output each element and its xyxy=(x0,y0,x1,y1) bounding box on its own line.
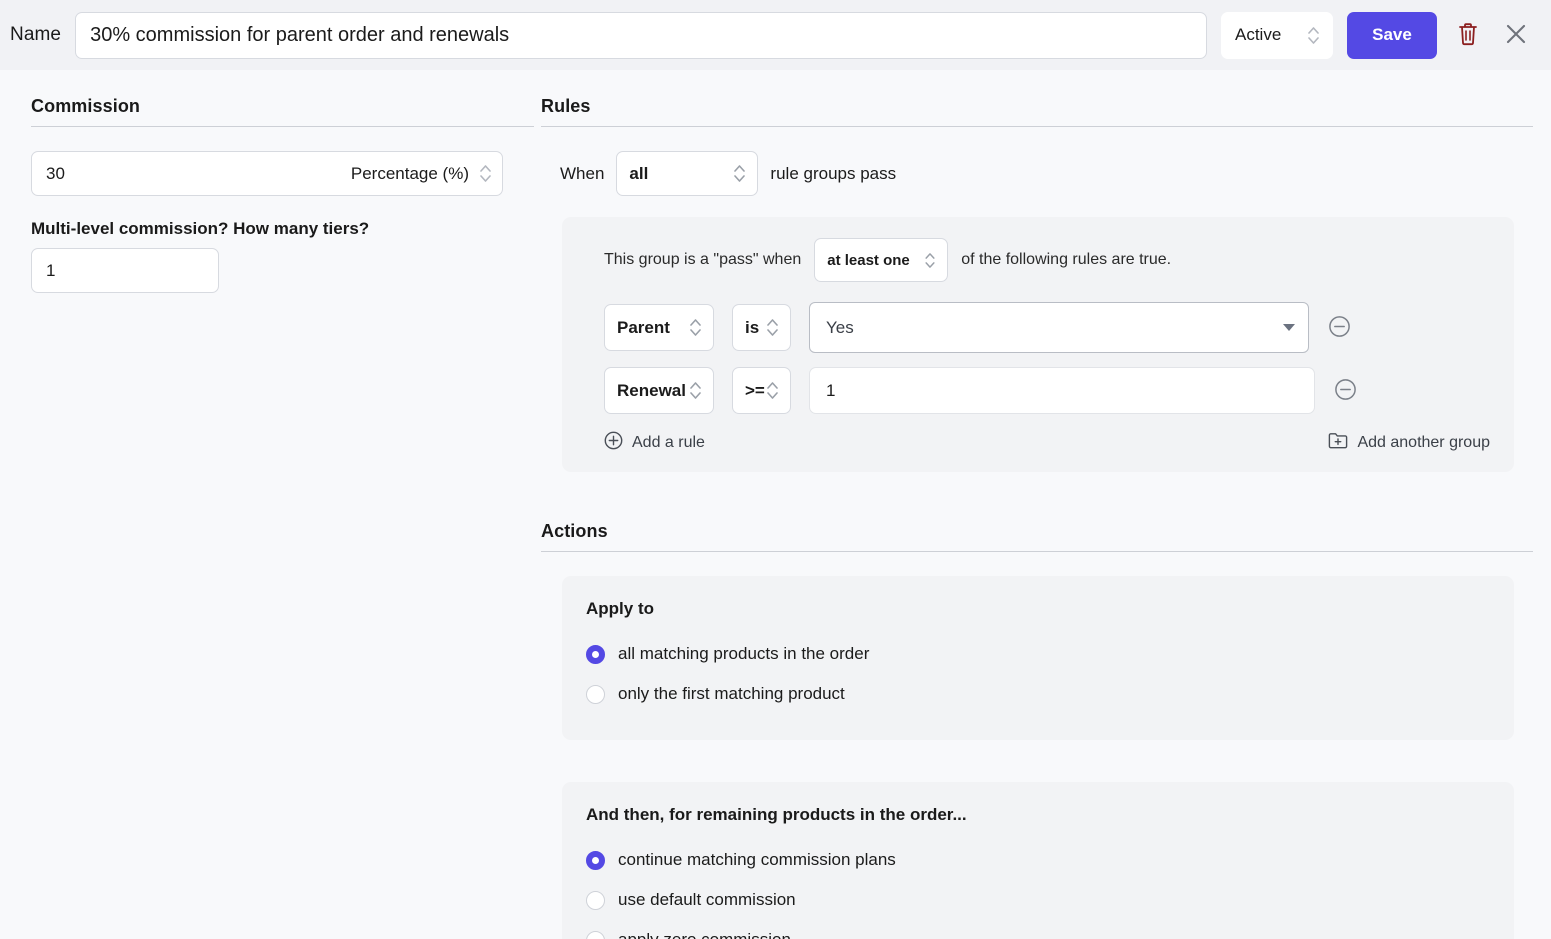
remaining-option-continue-label: continue matching commission plans xyxy=(618,850,896,869)
rule-row: Parent is Yes xyxy=(583,302,1492,353)
when-quantifier-select[interactable]: all xyxy=(616,151,759,196)
plan-name-input[interactable]: 30% commission for parent order and rene… xyxy=(75,11,1207,59)
remaining-products-title: And then, for remaining products in the … xyxy=(586,805,967,824)
minus-circle-icon xyxy=(1334,378,1357,404)
rule-row: Renewal >= 1 xyxy=(583,367,1492,414)
chevron-updown-icon[interactable] xyxy=(480,165,491,182)
rule-field-select[interactable]: Renewal xyxy=(604,367,714,414)
save-button[interactable]: Save xyxy=(1347,11,1437,59)
status-select-value: Active xyxy=(1235,25,1282,44)
remaining-option-zero-label: apply zero commission xyxy=(618,930,791,939)
tier-count-input[interactable]: 1 xyxy=(31,248,219,293)
rules-section-title: Rules xyxy=(541,96,591,116)
trash-icon xyxy=(1457,22,1479,49)
chevron-updown-icon xyxy=(767,382,778,399)
actions-section: Actions Apply to all matching products i… xyxy=(541,521,1533,939)
when-suffix-label: rule groups pass xyxy=(770,163,897,183)
rule-value-text: Yes xyxy=(826,317,854,337)
radio-icon-selected[interactable] xyxy=(586,850,605,870)
commission-divider xyxy=(31,126,534,127)
apply-to-option-all[interactable]: all matching products in the order xyxy=(586,634,1490,674)
chevron-updown-icon xyxy=(925,252,935,268)
commission-section-title: Commission xyxy=(31,96,141,116)
add-group-label: Add another group xyxy=(1357,434,1490,451)
apply-to-title: Apply to xyxy=(586,599,654,618)
close-icon xyxy=(1504,22,1528,49)
rule-group-footer: Add a rule Add another group xyxy=(583,431,1492,455)
radio-icon-unselected[interactable] xyxy=(586,890,605,910)
group-pass-prefix-label: This group is a "pass" when xyxy=(604,251,802,268)
group-pass-suffix-label: of the following rules are true. xyxy=(961,251,1172,268)
commission-column: Commission 30 Percentage (%) Multi-level… xyxy=(18,96,534,939)
group-pass-quantifier-select[interactable]: at least one xyxy=(814,238,949,282)
chevron-updown-icon xyxy=(767,319,778,336)
rules-divider xyxy=(541,126,1533,127)
rule-group-header: This group is a "pass" when at least one… xyxy=(583,238,1492,282)
chevron-updown-icon xyxy=(690,319,701,336)
close-button[interactable] xyxy=(1499,18,1533,52)
commission-amount-field[interactable]: 30 Percentage (%) xyxy=(31,151,503,196)
group-pass-quantifier-value: at least one xyxy=(827,251,910,269)
rule-field-value: Parent xyxy=(617,317,670,337)
name-label: Name xyxy=(10,24,62,45)
apply-to-card: Apply to all matching products in the or… xyxy=(562,576,1514,740)
add-rule-label: Add a rule xyxy=(632,434,705,451)
tier-question-label: Multi-level commission? How many tiers? xyxy=(31,219,370,238)
radio-icon-unselected[interactable] xyxy=(586,684,605,704)
chevron-updown-icon xyxy=(690,382,701,399)
remove-rule-button[interactable] xyxy=(1327,315,1351,341)
top-toolbar: Name 30% commission for parent order and… xyxy=(0,0,1551,70)
rule-field-value: Renewal xyxy=(617,380,686,400)
commission-amount-value: 30 xyxy=(46,163,65,183)
rule-value-input[interactable]: 1 xyxy=(809,367,1315,414)
radio-icon-selected[interactable] xyxy=(586,644,605,664)
remaining-products-card: And then, for remaining products in the … xyxy=(562,782,1514,939)
chevron-updown-icon xyxy=(1308,26,1319,44)
add-group-button[interactable]: Add another group xyxy=(1328,431,1490,455)
rule-field-select[interactable]: Parent xyxy=(604,304,714,351)
add-rule-button[interactable]: Add a rule xyxy=(604,431,705,455)
actions-section-title: Actions xyxy=(541,521,608,541)
radio-icon-unselected[interactable] xyxy=(586,930,605,939)
rule-value-select[interactable]: Yes xyxy=(809,302,1309,353)
apply-to-option-first[interactable]: only the first matching product xyxy=(586,674,1490,714)
remaining-option-default[interactable]: use default commission xyxy=(586,880,1490,920)
remaining-option-zero[interactable]: apply zero commission xyxy=(586,920,1490,939)
folder-plus-icon xyxy=(1328,431,1348,455)
rules-column: Rules When all rule groups pass This gro… xyxy=(534,96,1533,939)
status-select[interactable]: Active xyxy=(1221,11,1333,59)
chevron-down-icon xyxy=(1283,324,1295,331)
when-row: When all rule groups pass xyxy=(541,151,1533,196)
actions-divider xyxy=(541,551,1533,552)
when-prefix-label: When xyxy=(560,163,605,183)
rule-operator-value: >= xyxy=(745,380,765,400)
rule-operator-select[interactable]: >= xyxy=(732,367,791,414)
minus-circle-icon xyxy=(1328,315,1351,341)
plus-circle-icon xyxy=(604,431,623,455)
apply-to-option-all-label: all matching products in the order xyxy=(618,644,870,663)
apply-to-option-first-label: only the first matching product xyxy=(618,684,845,703)
chevron-updown-icon xyxy=(734,165,746,182)
page-body: Commission 30 Percentage (%) Multi-level… xyxy=(0,70,1551,939)
rule-group-card: This group is a "pass" when at least one… xyxy=(562,217,1514,472)
remaining-option-default-label: use default commission xyxy=(618,890,796,909)
when-quantifier-value: all xyxy=(629,163,649,183)
commission-unit-value: Percentage (%) xyxy=(350,163,469,183)
remove-rule-button[interactable] xyxy=(1333,378,1357,404)
rule-operator-select[interactable]: is xyxy=(732,304,791,351)
delete-button[interactable] xyxy=(1451,18,1485,52)
remaining-option-continue[interactable]: continue matching commission plans xyxy=(586,840,1490,880)
rule-operator-value: is xyxy=(745,317,760,337)
